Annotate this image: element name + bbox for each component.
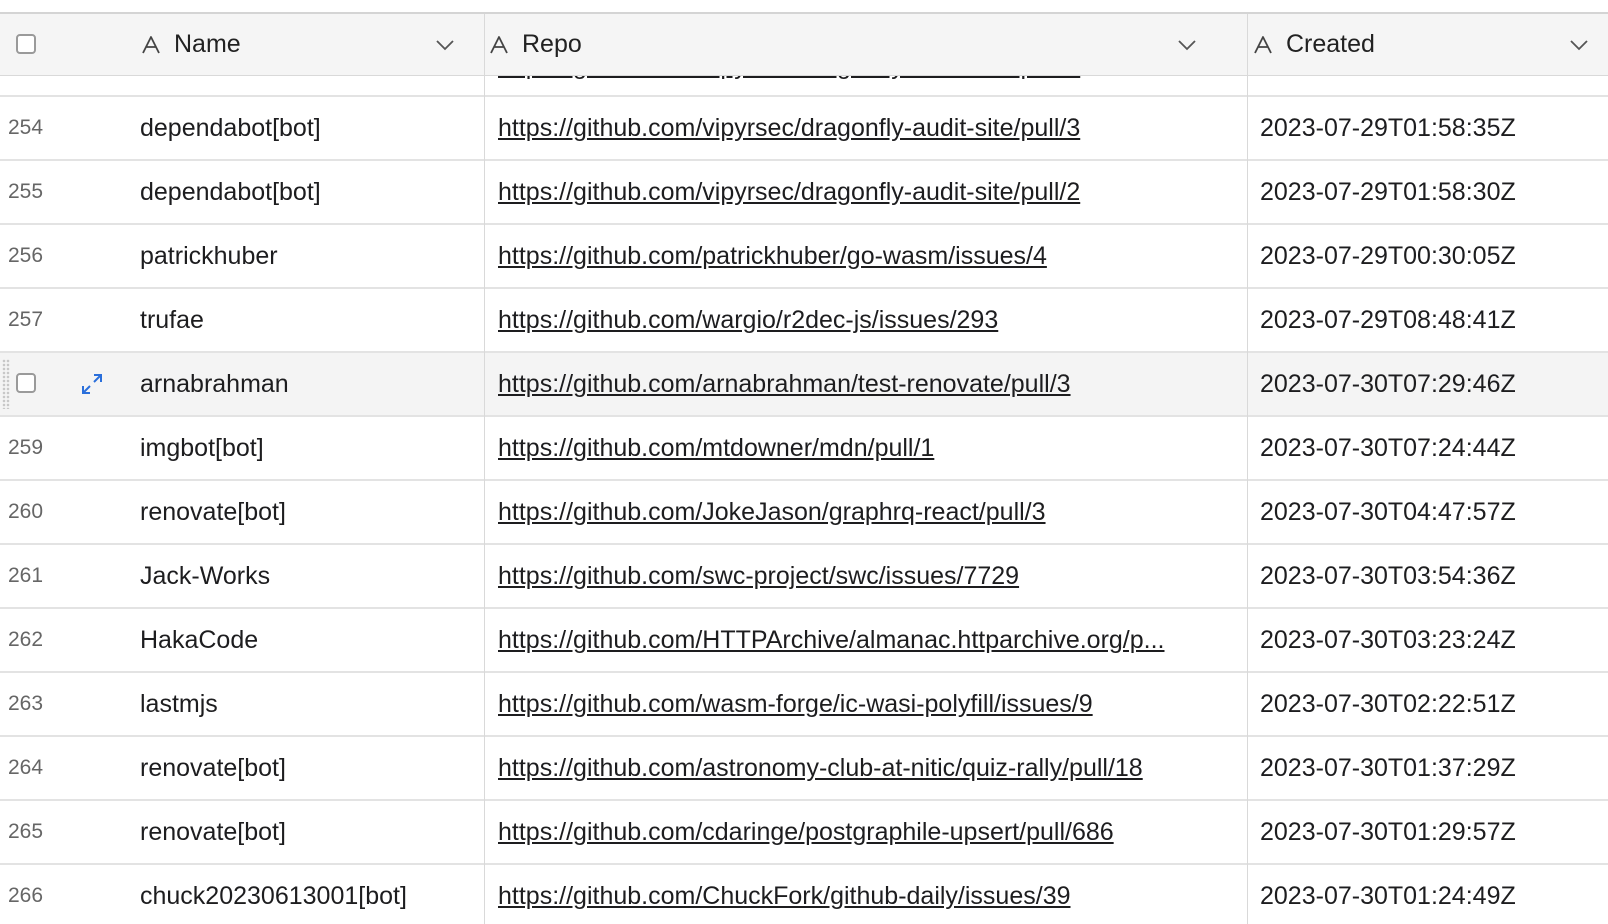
column-header-created[interactable]: Created — [1252, 14, 1552, 75]
repo-link[interactable]: https://github.com/swc-project/swc/issue… — [498, 545, 1234, 607]
row-number: 263 — [8, 692, 44, 715]
row-number: 259 — [8, 436, 44, 459]
column-header-name[interactable]: Name — [140, 14, 470, 75]
repo-link[interactable]: https://github.com/cdaringe/postgraphile… — [498, 801, 1234, 863]
table-row-partial: https://github.com/vipyrsec/dragonfly-au… — [0, 76, 1608, 97]
column-header-label: Created — [1286, 30, 1375, 58]
created-cell[interactable]: 2023-07-30T04:47:57Z — [1260, 481, 1516, 543]
repo-link[interactable]: https://github.com/vipyrsec/dragonfly-au… — [498, 161, 1234, 223]
created-cell[interactable]: 2023-07-30T02:22:51Z — [1260, 673, 1516, 735]
table-row[interactable]: 259 imgbot[bot] https://github.com/mtdowne… — [0, 417, 1608, 481]
grid-header: Name Repo Created — [0, 14, 1608, 76]
repo-link[interactable]: https://github.com/HTTPArchive/almanac.h… — [498, 609, 1234, 671]
name-cell[interactable]: Jack-Works — [140, 545, 270, 607]
name-cell[interactable]: dependabot[bot] — [140, 97, 321, 159]
column-divider[interactable] — [1247, 14, 1248, 924]
created-cell[interactable]: 2023-07-30T07:29:46Z — [1260, 353, 1516, 415]
row-number: 260 — [8, 500, 44, 523]
row-checkbox[interactable] — [16, 373, 36, 393]
expand-icon[interactable] — [80, 372, 104, 396]
name-cell[interactable]: patrickhuber — [140, 225, 278, 287]
name-cell[interactable]: chuck20230613001[bot] — [140, 865, 407, 924]
created-cell[interactable]: 2023-07-30T03:23:24Z — [1260, 609, 1516, 671]
text-type-icon — [490, 35, 508, 53]
table-row[interactable]: 263 lastmjs https://github.com/wasm-forge/… — [0, 673, 1608, 737]
created-cell[interactable]: 2023-07-30T01:29:57Z — [1260, 801, 1516, 863]
name-cell[interactable]: trufae — [140, 289, 204, 351]
select-all-checkbox[interactable] — [16, 34, 36, 54]
row-number: 261 — [8, 564, 44, 587]
repo-link[interactable]: https://github.com/wargio/r2dec-js/issue… — [498, 289, 1234, 351]
table-row[interactable]: 255 dependabot[bot] https://github.com/vip… — [0, 161, 1608, 225]
table-row[interactable]: 262 HakaCode https://github.com/HTTPArchiv… — [0, 609, 1608, 673]
repo-link[interactable]: https://github.com/wasm-forge/ic-wasi-po… — [498, 673, 1234, 735]
chevron-down-icon[interactable] — [1176, 34, 1198, 56]
table-row[interactable]: 260 renovate[bot] https://github.com/JokeJ… — [0, 481, 1608, 545]
repo-link[interactable]: https://github.com/JokeJason/graphrq-rea… — [498, 481, 1234, 543]
name-cell[interactable]: arnabrahman — [140, 353, 289, 415]
column-divider[interactable] — [484, 14, 485, 924]
row-number: 264 — [8, 756, 44, 779]
table-row[interactable]: arnabrahman https://github.com/arnabrahma… — [0, 353, 1608, 417]
name-cell[interactable]: renovate[bot] — [140, 481, 286, 543]
name-cell[interactable]: renovate[bot] — [140, 737, 286, 799]
row-number: 256 — [8, 244, 44, 267]
created-cell[interactable]: 2023-07-29T08:48:41Z — [1260, 289, 1516, 351]
repo-link[interactable]: https://github.com/patrickhuber/go-wasm/… — [498, 225, 1234, 287]
created-cell[interactable]: 2023-07-29T01:58:30Z — [1260, 161, 1516, 223]
row-number: 255 — [8, 180, 44, 203]
row-number: 254 — [8, 116, 44, 139]
name-cell[interactable]: dependabot[bot] — [140, 161, 321, 223]
row-number: 266 — [8, 884, 44, 907]
name-cell[interactable]: imgbot[bot] — [140, 417, 264, 479]
data-grid: Name Repo Created https://github.com/vip… — [0, 0, 1608, 924]
repo-link[interactable]: https://github.com/vipyrsec/dragonfly-au… — [498, 97, 1234, 159]
name-cell[interactable]: lastmjs — [140, 673, 218, 735]
table-row[interactable]: 254 dependabot[bot] https://github.com/vip… — [0, 97, 1608, 161]
row-number: 265 — [8, 820, 44, 843]
repo-link[interactable]: https://github.com/mtdowner/mdn/pull/1 — [498, 417, 1234, 479]
column-header-label: Name — [174, 30, 241, 58]
table-row[interactable]: 266 chuck20230613001[bot] https://github.c… — [0, 865, 1608, 924]
created-cell[interactable]: 2023-07-29T00:30:05Z — [1260, 225, 1516, 287]
table-row[interactable]: 257 trufae https://github.com/wargio/r2dec… — [0, 289, 1608, 353]
text-type-icon — [142, 35, 160, 53]
column-header-repo[interactable]: Repo — [488, 14, 1188, 75]
column-header-label: Repo — [522, 30, 582, 58]
chevron-down-icon[interactable] — [1568, 34, 1590, 56]
repo-link[interactable]: https://github.com/vipyrsec/dragonfly-au… — [498, 76, 1234, 95]
row-number: 262 — [8, 628, 44, 651]
created-cell[interactable]: 2023-07-30T07:24:44Z — [1260, 417, 1516, 479]
table-row[interactable]: 264 renovate[bot] https://github.com/astro… — [0, 737, 1608, 801]
name-cell[interactable]: HakaCode — [140, 609, 258, 671]
text-type-icon — [1254, 35, 1272, 53]
created-cell[interactable]: 2023-07-30T01:37:29Z — [1260, 737, 1516, 799]
table-row[interactable]: 256 patrickhuber https://github.com/patric… — [0, 225, 1608, 289]
chevron-down-icon[interactable] — [434, 34, 456, 56]
row-number: 257 — [8, 308, 44, 331]
created-cell[interactable]: 2023-07-30T03:54:36Z — [1260, 545, 1516, 607]
created-cell[interactable]: 2023-07-29T01:58:35Z — [1260, 97, 1516, 159]
drag-handle-icon[interactable] — [2, 359, 10, 409]
created-cell[interactable]: 2023-07-30T01:24:49Z — [1260, 865, 1516, 924]
table-row[interactable]: 261 Jack-Works https://github.com/swc-proj… — [0, 545, 1608, 609]
repo-link[interactable]: https://github.com/arnabrahman/test-reno… — [498, 353, 1234, 415]
table-row[interactable]: 265 renovate[bot] https://github.com/cdari… — [0, 801, 1608, 865]
repo-link[interactable]: https://github.com/ChuckFork/github-dail… — [498, 865, 1234, 924]
name-cell[interactable]: renovate[bot] — [140, 801, 286, 863]
repo-link[interactable]: https://github.com/astronomy-club-at-nit… — [498, 737, 1234, 799]
